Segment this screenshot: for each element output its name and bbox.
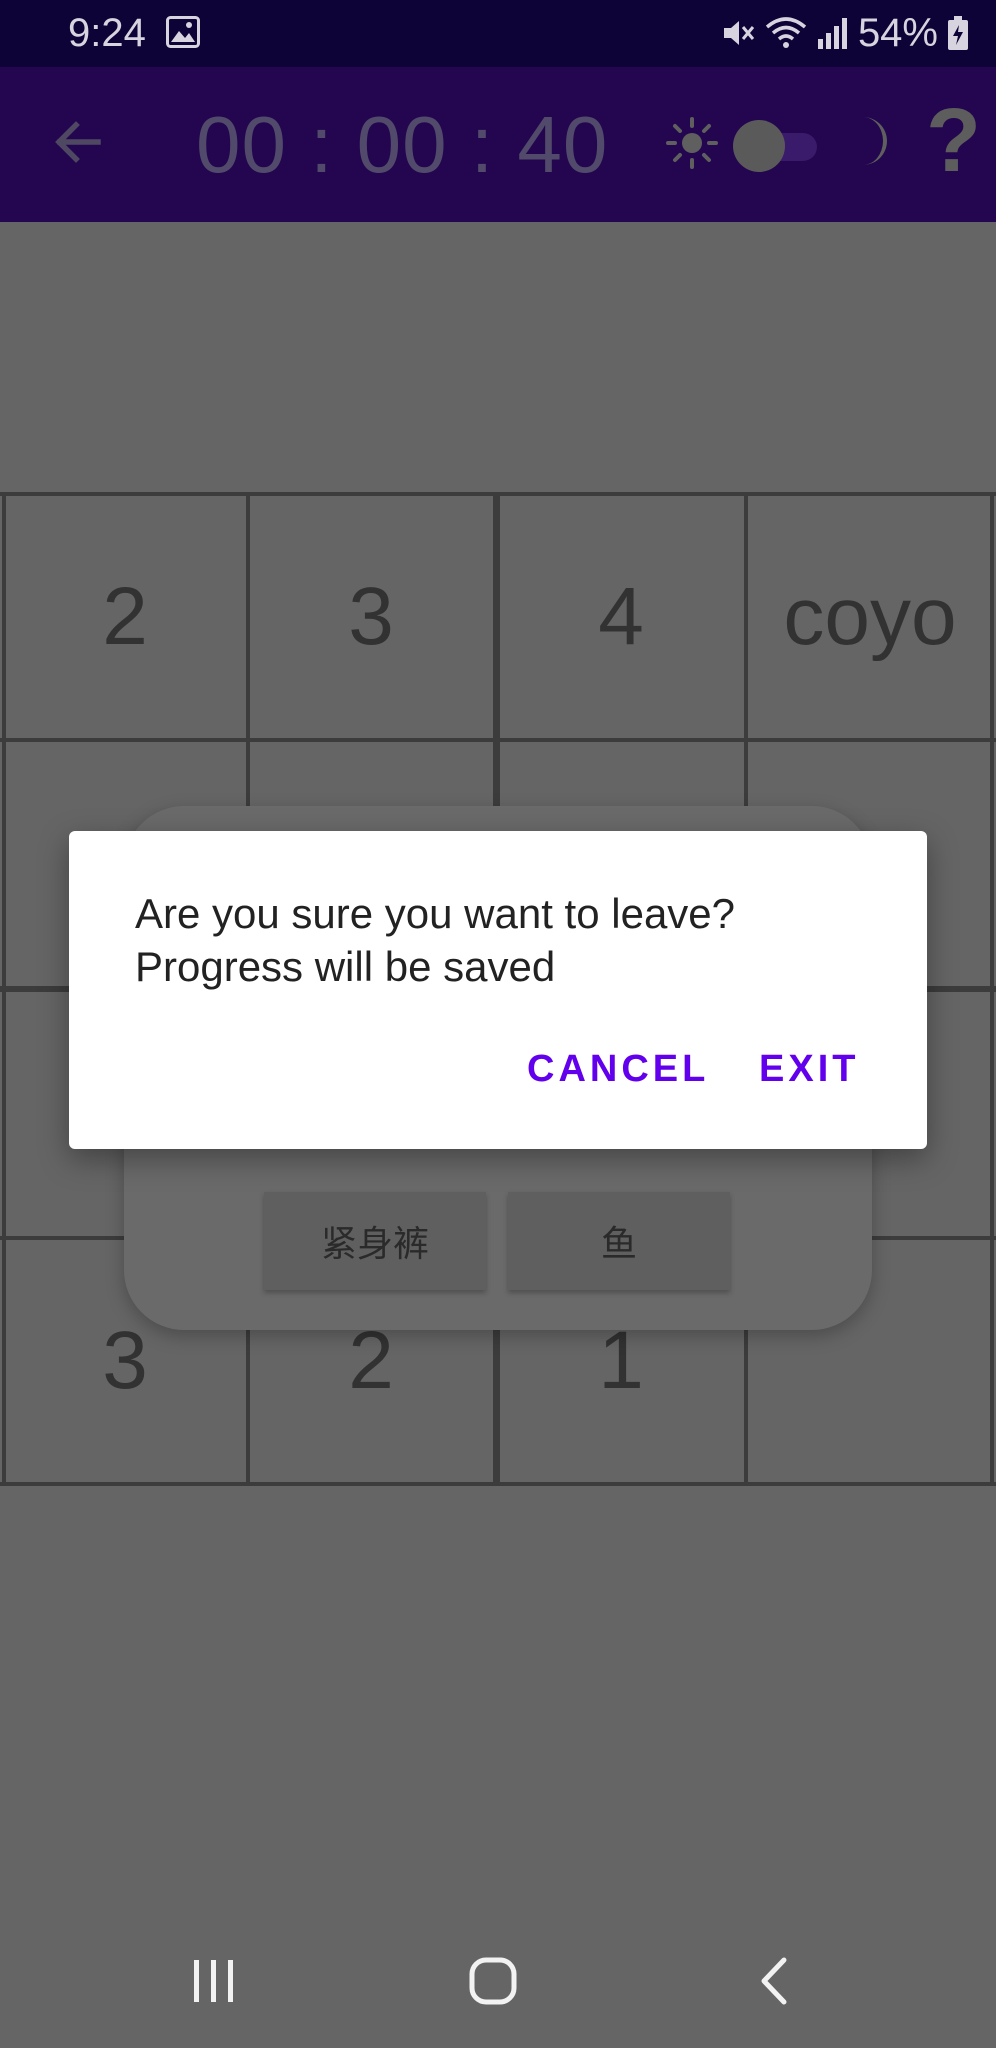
- status-time: 9:24: [68, 11, 146, 55]
- dialog-message-line2: Progress will be saved: [135, 943, 556, 990]
- home-icon[interactable]: [468, 1956, 518, 2006]
- word-option-button[interactable]: 紧身裤: [264, 1192, 486, 1290]
- dialog-message: Are you sure you want to leave? Progress…: [135, 887, 875, 993]
- moon-icon: [863, 117, 887, 165]
- back-icon[interactable]: [756, 1956, 792, 2006]
- back-arrow-icon[interactable]: [48, 112, 108, 172]
- navigation-bar: [0, 1914, 996, 2048]
- elapsed-timer: 00 : 00 : 40: [196, 100, 609, 189]
- grid-cell[interactable]: 4: [500, 496, 742, 738]
- exit-button[interactable]: EXIT: [759, 1046, 859, 1092]
- status-bar: 9:24 54%: [0, 0, 996, 67]
- theme-toggle[interactable]: [733, 120, 823, 172]
- recent-apps-icon[interactable]: [190, 1956, 238, 2006]
- grid-cell[interactable]: coyo: [748, 496, 992, 738]
- wifi-icon: [765, 17, 807, 48]
- status-icons: 54%: [720, 10, 970, 56]
- grid-line: [2, 492, 6, 1486]
- leave-confirmation-dialog: Are you sure you want to leave? Progress…: [69, 831, 927, 1149]
- grid-cell[interactable]: 3: [250, 496, 492, 738]
- battery-charging-icon: [948, 16, 968, 50]
- battery-percent: 54%: [857, 11, 938, 55]
- app-bar: 00 : 00 : 40 ?: [0, 67, 996, 222]
- mute-icon: [723, 21, 755, 45]
- grid-line: [990, 492, 994, 1486]
- cancel-button[interactable]: CANCEL: [527, 1046, 709, 1092]
- grid-cell[interactable]: 2: [4, 496, 246, 738]
- signal-icon: [817, 18, 847, 49]
- toggle-thumb: [733, 120, 785, 172]
- image-icon: [166, 16, 200, 48]
- dialog-message-line1: Are you sure you want to leave?: [135, 890, 736, 937]
- help-icon[interactable]: ?: [926, 91, 981, 191]
- word-option-button[interactable]: 鱼: [508, 1192, 730, 1290]
- sun-icon: [666, 117, 718, 169]
